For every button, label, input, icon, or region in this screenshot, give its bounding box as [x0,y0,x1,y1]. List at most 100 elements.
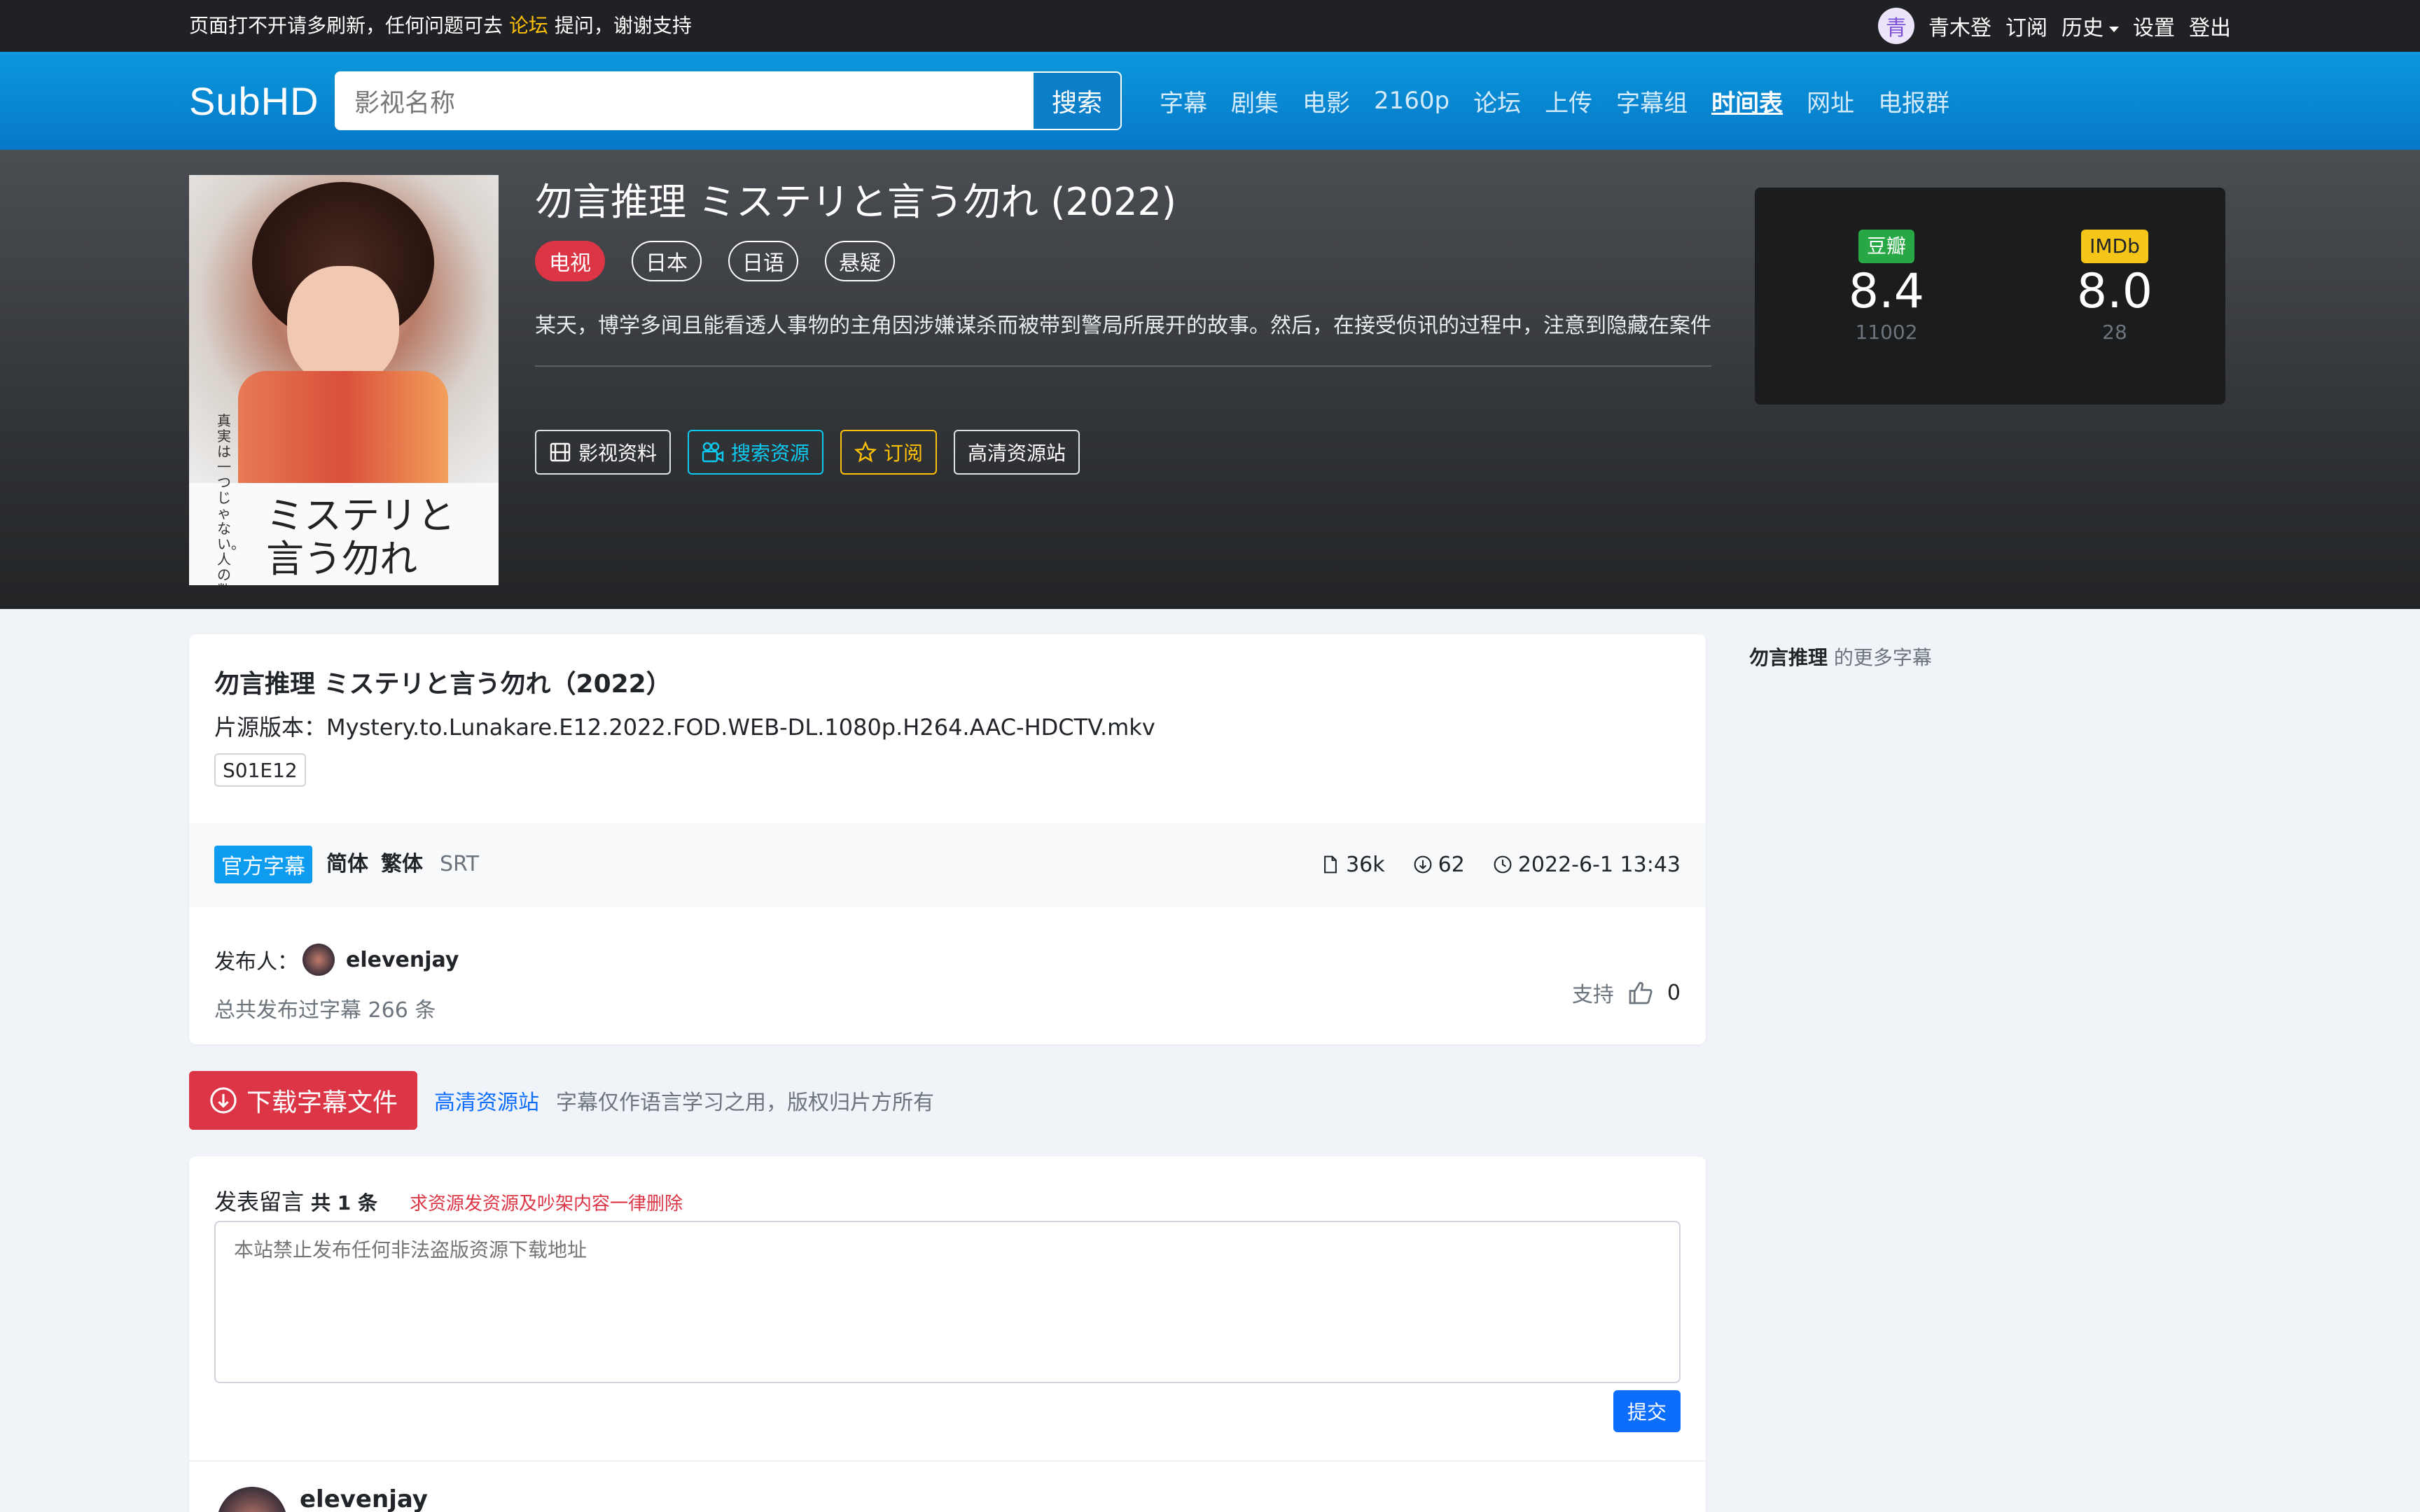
file-icon [1324,855,1337,874]
history-label: 历史 [2061,16,2103,41]
divider [535,365,1711,367]
main-nav: 字幕 剧集 电影 2160p 论坛 上传 字幕组 时间表 网址 电报群 [1160,52,1949,150]
hd-site-link[interactable]: 高清资源站 [434,1085,539,1116]
nav-item-forum[interactable]: 论坛 [1473,84,1521,118]
nav-item-2160p[interactable]: 2160p [1374,87,1449,115]
upload-date: 2022-6-1 13:43 [1493,853,1681,877]
comment-username[interactable]: elevenjay [300,1485,428,1512]
tag-japan[interactable]: 日本 [632,241,702,281]
tag-tv[interactable]: 电视 [535,241,605,281]
source-label: 片源版本： [214,714,327,741]
username-link[interactable]: 青木登 [1928,10,1991,41]
main-header: SubHD 影视名称 搜索 字幕 剧集 电影 2160p 论坛 上传 字幕组 时… [0,52,2420,150]
hd-site-button[interactable]: 高清资源站 [954,430,1080,475]
download-subtitle-button[interactable]: 下载字幕文件 [189,1071,417,1130]
more-subtitles-title[interactable]: 勿言推理 [1749,646,1828,669]
source-version: 片源版本：Mystery.to.Lunakare.E12.2022.FOD.WE… [214,710,1155,742]
publisher-total: 总共发布过字幕 266 条 [214,998,436,1023]
tag-mystery[interactable]: 悬疑 [825,241,895,281]
download-button-label: 下载字幕文件 [246,1088,398,1117]
poster-tagline: 真実は一つじゃない。人の数だけある。 [217,412,245,585]
episode-badge: S01E12 [214,753,306,787]
settings-link[interactable]: 设置 [2133,10,2175,41]
publisher-label: 发布人： [214,950,298,974]
lang-traditional: 繁体 [381,852,423,876]
download-circle-icon [1414,855,1432,874]
comments-title: 发表留言 [214,1189,305,1215]
support-button[interactable]: 支持 0 [1572,977,1681,1008]
comments-warning: 求资源发资源及吵架内容一律删除 [410,1194,683,1214]
nav-item-subtitles[interactable]: 字幕 [1160,84,1207,118]
tag-japanese[interactable]: 日语 [728,241,798,281]
star-icon [854,441,877,463]
lang-simplified: 简体 [326,852,368,876]
page-title: 勿言推理 ミステリと言う勿れ (2022) [535,180,1176,224]
publisher-name[interactable]: elevenjay [346,948,459,972]
imdb-badge: IMDb [2081,230,2148,263]
file-size-value: 36k [1346,852,1385,877]
submit-comment-button[interactable]: 提交 [1613,1390,1681,1432]
ratings-panel: 豆瓣 8.4 11002 IMDb 8.0 28 [1755,188,2225,405]
notice-prefix: 页面打不开请多刷新，任何问题可去 [189,14,509,37]
comment-divider [189,1460,1706,1462]
nav-item-groups[interactable]: 字幕组 [1616,84,1688,118]
genre-tags: 电视 日本 日语 悬疑 [535,241,895,281]
douban-badge: 豆瓣 [1858,230,1914,263]
comments-header: 发表留言 共 1 条 求资源发资源及吵架内容一律删除 [214,1184,683,1217]
nav-item-series[interactable]: 剧集 [1231,84,1279,118]
site-logo[interactable]: SubHD [189,78,319,124]
forum-link[interactable]: 论坛 [509,14,548,37]
comments-section: 发表留言 共 1 条 求资源发资源及吵架内容一律删除 提交 elevenjay [189,1156,1706,1512]
clock-icon [1494,855,1512,874]
file-size: 36k [1321,853,1385,877]
publisher-avatar[interactable] [302,944,335,976]
search-input[interactable]: 影视名称 [335,71,1032,130]
subtitle-card: 勿言推理 ミステリと言う勿れ（2022） 片源版本：Mystery.to.Lun… [189,634,1706,1044]
notice-suffix: 提问，谢谢支持 [548,14,692,37]
subtitle-info-strip: 官方字幕 简体 繁体 SRT 36k 62 2022-6-1 13:43 [189,823,1706,907]
imdb-rating: IMDb 8.0 28 [2045,230,2185,344]
nav-item-urls[interactable]: 网址 [1807,84,1854,118]
comments-count: 共 1 条 [311,1191,377,1214]
caret-down-icon [2109,26,2119,32]
info-button-label: 影视资料 [578,442,658,465]
more-subtitles-heading: 勿言推理 的更多字幕 [1749,643,1932,671]
hd-site-label: 高清资源站 [968,442,1066,465]
film-icon [550,442,571,462]
comment-avatar[interactable] [217,1487,287,1512]
subscribe-button[interactable]: 订阅 [840,430,938,475]
upload-date-value: 2022-6-1 13:43 [1517,852,1681,877]
douban-score: 8.4 [1848,264,1925,319]
action-buttons: 影视资料 搜索资源 订阅 高清资源站 [535,430,1080,475]
copyright-note: 字幕仅作语言学习之用，版权归片方所有 [556,1091,934,1115]
poster-title: ミステリと言う勿れ [266,493,455,581]
user-avatar[interactable]: 青 [1878,8,1914,44]
description: 某天，博学多闻且能看透人事物的主角因涉嫌谋杀而被带到警局所展开的故事。然后，在接… [535,314,1711,338]
nav-item-upload[interactable]: 上传 [1545,84,1592,118]
more-subtitles-suffix: 的更多字幕 [1828,646,1932,669]
thumbs-up-icon [1629,981,1653,1004]
subscribe-label: 订阅 [884,442,924,465]
history-dropdown[interactable]: 历史 [2061,10,2119,41]
nav-item-telegram[interactable]: 电报群 [1878,84,1949,118]
user-menu: 青 青木登 订阅 历史 设置 登出 [1878,0,2231,52]
download-count: 62 [1413,853,1465,877]
nav-item-movies[interactable]: 电影 [1302,84,1350,118]
info-button[interactable]: 影视资料 [535,430,672,475]
search-button[interactable]: 搜索 [1032,71,1122,130]
search-resources-button[interactable]: 搜索资源 [688,430,824,475]
subtitle-meta: 36k 62 2022-6-1 13:43 [1321,846,1681,883]
logout-link[interactable]: 登出 [2189,10,2231,41]
notice-text: 页面打不开请多刷新，任何问题可去 论坛 提问，谢谢支持 [189,0,692,52]
comment-textarea[interactable] [214,1221,1681,1383]
top-bar: 页面打不开请多刷新，任何问题可去 论坛 提问，谢谢支持 青 青木登 订阅 历史 … [0,0,2420,52]
publisher: 发布人： elevenjay [214,944,459,976]
support-label: 支持 [1571,983,1614,1007]
nav-item-schedule[interactable]: 时间表 [1711,84,1783,118]
camera-reels-icon [702,442,724,463]
poster-image: 真実は一つじゃない。人の数だけある。 ミステリと言う勿れ [189,175,499,585]
source-filename: Mystery.to.Lunakare.E12.2022.FOD.WEB-DL.… [326,714,1155,741]
subscribe-link[interactable]: 订阅 [2005,10,2047,41]
format-label: SRT [440,852,480,876]
download-circle-icon [210,1087,237,1114]
